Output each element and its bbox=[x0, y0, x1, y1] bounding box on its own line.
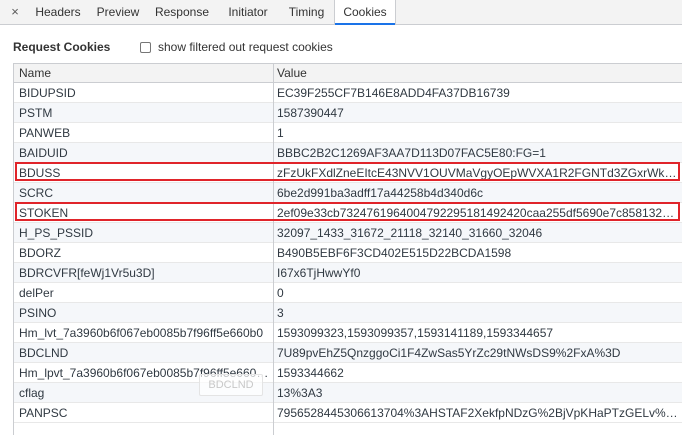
tab-initiator[interactable]: Initiator bbox=[217, 0, 279, 24]
table-row[interactable]: BDCLND 7U89pvEhZ5QnzggoCi1F4ZwSas5YrZc29t… bbox=[14, 343, 682, 363]
table-row[interactable]: PSTM 1587390447 bbox=[14, 103, 682, 123]
column-header-name[interactable]: Name bbox=[19, 64, 51, 82]
cookie-value-cell: 32097_1433_31672_21118_32140_31660_32046 bbox=[277, 226, 543, 240]
cookie-name-cell: BDUSS bbox=[19, 166, 61, 180]
cookie-value-cell: BBBC2B2C1269AF3AA7D113D07FAC5E80:FG=1 bbox=[277, 146, 546, 160]
cookie-name-cell: delPer bbox=[19, 286, 54, 300]
table-header: Name Value bbox=[14, 64, 682, 83]
cookie-value-cell: 1 bbox=[277, 126, 284, 140]
cookie-value-cell: I67x6TjHwwYf0 bbox=[277, 266, 361, 280]
tab-response[interactable]: Response bbox=[147, 0, 217, 24]
table-row[interactable]: cflag 13%3A3 bbox=[14, 383, 682, 403]
cookie-value-cell: B490B5EBF6F3CD402E515D22BCDA1598 bbox=[277, 246, 512, 260]
cookie-name-cell: BDCLND bbox=[19, 346, 69, 360]
cookie-name-cell: STOKEN bbox=[19, 206, 69, 220]
cookie-value-cell: 0 bbox=[277, 286, 284, 300]
cookie-value-cell: 3 bbox=[277, 306, 284, 320]
cookie-value-cell: 7U89pvEhZ5QnzggoCi1F4ZwSas5YrZc29tNWsDS9… bbox=[277, 346, 621, 360]
cookie-name-cell: BIDUPSID bbox=[19, 86, 76, 100]
cookie-name-cell: PANPSC bbox=[19, 406, 68, 420]
cookie-name-cell: PSINO bbox=[19, 306, 57, 320]
table-row[interactable]: delPer 0 bbox=[14, 283, 682, 303]
cookie-value-cell: zFzUkFXdlZneEItcE43NVV1OUVMaVgyOEpWVXA1R… bbox=[277, 166, 680, 180]
table-row[interactable]: BAIDUID BBBC2B2C1269AF3AA7D113D07FAC5E80:… bbox=[14, 143, 682, 163]
table-row[interactable]: Hm_lpvt_7a3960b6f067eb0085b7f96ff5e660b0… bbox=[14, 363, 682, 383]
table-body: BIDUPSID EC39F255CF7B146E8ADD4FA37DB16739… bbox=[14, 83, 682, 423]
table-row[interactable]: STOKEN 2ef09e33cb732476196400479229518149… bbox=[14, 203, 682, 223]
tab-timing[interactable]: Timing bbox=[279, 0, 334, 24]
column-header-value[interactable]: Value bbox=[277, 64, 307, 82]
tab-cookies[interactable]: Cookies bbox=[334, 0, 396, 25]
table-row[interactable]: Hm_lvt_7a3960b6f067eb0085b7f96ff5e660b0 1… bbox=[14, 323, 682, 343]
cookie-value-cell: 7956528445306613704%3AHSTAF2XekfpNDzG%2B… bbox=[277, 406, 680, 420]
cookie-name-cell: SCRC bbox=[19, 186, 54, 200]
cookie-value-cell: 1587390447 bbox=[277, 106, 344, 120]
table-row[interactable]: SCRC 6be2d991ba3adff17a44258b4d340d6c bbox=[14, 183, 682, 203]
table-row[interactable]: BIDUPSID EC39F255CF7B146E8ADD4FA37DB16739 bbox=[14, 83, 682, 103]
cookie-value-cell: 13%3A3 bbox=[277, 386, 323, 400]
cookie-value-cell: 1593344662 bbox=[277, 366, 344, 380]
close-icon[interactable]: × bbox=[8, 5, 22, 19]
cookie-name-cell: Hm_lvt_7a3960b6f067eb0085b7f96ff5e660b0 bbox=[19, 326, 263, 340]
table-row[interactable]: PANPSC 7956528445306613704%3AHSTAF2XekfpN… bbox=[14, 403, 682, 423]
cookie-value-cell: 2ef09e33cb7324761964004792295181492420ca… bbox=[277, 206, 680, 220]
cookie-value-cell: 1593099323,1593099357,1593141189,1593344… bbox=[277, 326, 554, 340]
show-filtered-label: show filtered out request cookies bbox=[158, 40, 333, 54]
tab-preview[interactable]: Preview bbox=[89, 0, 147, 24]
cookie-name-cell: PSTM bbox=[19, 106, 53, 120]
drag-ghost: BDCLND bbox=[199, 374, 263, 396]
cookie-value-cell: EC39F255CF7B146E8ADD4FA37DB16739 bbox=[277, 86, 510, 100]
table-row[interactable]: PSINO 3 bbox=[14, 303, 682, 323]
request-cookies-title: Request Cookies bbox=[13, 40, 111, 54]
table-row[interactable]: H_PS_PSSID 32097_1433_31672_21118_32140_3… bbox=[14, 223, 682, 243]
cookie-name-cell: BAIDUID bbox=[19, 146, 68, 160]
cookie-name-cell: H_PS_PSSID bbox=[19, 226, 94, 240]
table-row[interactable]: BDRCVFR[feWj1Vr5u3D] I67x6TjHwwYf0 bbox=[14, 263, 682, 283]
table-row[interactable]: PANWEB 1 bbox=[14, 123, 682, 143]
column-divider[interactable] bbox=[273, 64, 274, 435]
cookies-table: Name Value BIDUPSID EC39F255CF7B146E8ADD4… bbox=[13, 63, 682, 435]
cookie-name-cell: BDORZ bbox=[19, 246, 61, 260]
show-filtered-cookies-toggle[interactable]: show filtered out request cookies bbox=[140, 39, 333, 55]
cookie-name-cell: PANWEB bbox=[19, 126, 71, 140]
show-filtered-checkbox[interactable] bbox=[140, 41, 151, 53]
tab-headers[interactable]: Headers bbox=[27, 0, 89, 24]
table-row[interactable]: BDORZ B490B5EBF6F3CD402E515D22BCDA1598 bbox=[14, 243, 682, 263]
cookie-name-cell: BDRCVFR[feWj1Vr5u3D] bbox=[19, 266, 155, 280]
cookie-value-cell: 6be2d991ba3adff17a44258b4d340d6c bbox=[277, 186, 483, 200]
table-row[interactable]: BDUSS zFzUkFXdlZneEItcE43NVV1OUVMaVgyOEpW… bbox=[14, 163, 682, 183]
devtools-tab-bar: × Headers Preview Response Initiator Tim… bbox=[0, 0, 682, 25]
